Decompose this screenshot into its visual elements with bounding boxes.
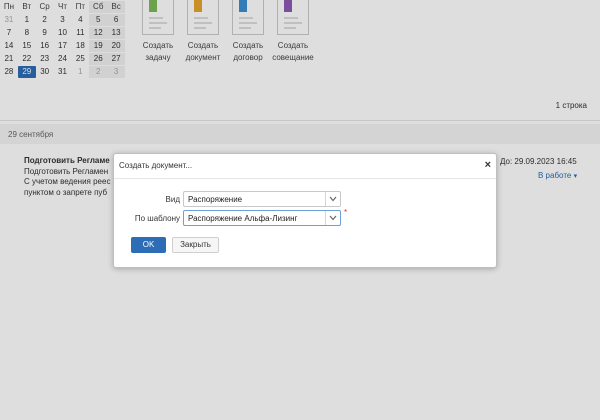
template-select[interactable]: Распоряжение Альфа-Лизинг	[183, 210, 341, 226]
template-label: По шаблону	[134, 214, 180, 223]
ok-button[interactable]: OK	[131, 237, 166, 253]
template-row: По шаблону Распоряжение Альфа-Лизинг *	[114, 208, 498, 226]
kind-select[interactable]: Распоряжение	[183, 191, 341, 207]
dialog-header: Создать документ... ×	[114, 154, 496, 179]
kind-row: Вид Распоряжение	[114, 191, 498, 207]
close-icon[interactable]: ×	[485, 159, 491, 171]
chevron-down-icon[interactable]	[325, 211, 340, 225]
kind-label-box: Вид	[114, 191, 180, 207]
kind-label: Вид	[165, 195, 180, 204]
kind-select-value: Распоряжение	[188, 195, 243, 204]
template-select-value: Распоряжение Альфа-Лизинг	[188, 214, 298, 223]
chevron-down-icon[interactable]	[325, 192, 340, 206]
required-asterisk: *	[344, 208, 348, 217]
dialog-title: Создать документ...	[119, 161, 193, 170]
template-label-box: По шаблону	[114, 210, 180, 226]
create-document-dialog: Создать документ... × Вид Распоряжение П…	[113, 153, 497, 268]
close-button[interactable]: Закрыть	[172, 237, 219, 253]
